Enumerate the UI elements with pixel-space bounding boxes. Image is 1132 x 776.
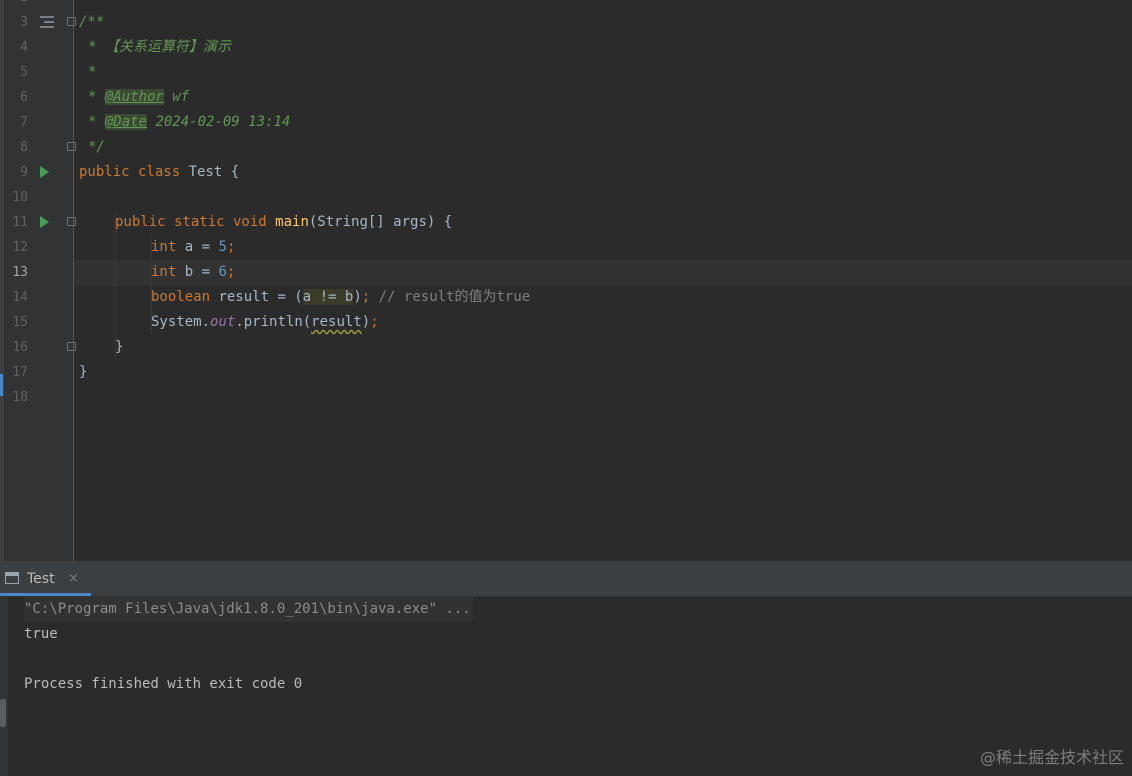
- doc-tag-value: wf: [163, 89, 190, 105]
- type-keyword: int: [151, 264, 177, 280]
- code-text: ): [361, 314, 371, 330]
- line-number: 14: [12, 290, 28, 305]
- semicolon: ;: [361, 289, 371, 305]
- line-number: 7: [20, 115, 28, 130]
- code-editor[interactable]: 2 3 /** 4 * 【关系运算符】演示 5 * 6 * @Author wf…: [0, 0, 1132, 561]
- line-number: 9: [20, 165, 28, 180]
- console-output-line: true: [24, 626, 58, 642]
- doc-star: *: [88, 39, 105, 55]
- code-line: 9 public class Test {: [0, 160, 1132, 185]
- static-field: out: [210, 314, 236, 330]
- code-text: }: [79, 364, 88, 380]
- semicolon: ;: [226, 239, 236, 255]
- code-line: 18: [0, 385, 1132, 410]
- code-text: b =: [176, 264, 219, 280]
- code-line: 17 }: [0, 360, 1132, 385]
- method-name: main: [275, 214, 309, 230]
- console-scroll-thumb[interactable]: [0, 699, 6, 727]
- doc-star: *: [88, 64, 97, 80]
- code-text: }: [115, 339, 124, 355]
- doc-tag-date: @Date: [104, 114, 148, 130]
- console-exit-message: Process finished with exit code 0: [24, 676, 303, 692]
- line-number: 12: [12, 240, 28, 255]
- code-line: 14 boolean result = (a != b); // result的…: [0, 285, 1132, 310]
- line-number: 2: [0, 0, 28, 10]
- code-line: 15 System.out.println(result);: [0, 310, 1132, 335]
- code-text: a =: [176, 239, 219, 255]
- keyword: public class: [79, 164, 181, 180]
- line-number: 5: [20, 65, 28, 80]
- code-line-current: 13 int b = 6;: [0, 260, 1132, 285]
- code-line: 6 * @Author wf: [0, 85, 1132, 110]
- run-console[interactable]: "C:\Program Files\Java\jdk1.8.0_201\bin\…: [0, 597, 1132, 776]
- console-command-line: "C:\Program Files\Java\jdk1.8.0_201\bin\…: [24, 597, 473, 622]
- active-tab-indicator: [0, 593, 91, 596]
- code-text: Test {: [180, 164, 240, 180]
- code-line: 3 /**: [0, 10, 1132, 35]
- code-line: 4 * 【关系运算符】演示: [0, 35, 1132, 60]
- semicolon: ;: [370, 314, 379, 330]
- doc-tag-author: @Author: [104, 89, 164, 105]
- line-number: 4: [20, 40, 28, 55]
- code-line: 2: [0, 0, 1132, 10]
- line-number: 15: [12, 315, 28, 330]
- code-line: 7 * @Date 2024-02-09 13:14: [0, 110, 1132, 135]
- code-line: 10: [0, 185, 1132, 210]
- run-tool-window-header: Test ×: [0, 562, 1132, 597]
- keyword: public static void: [115, 214, 267, 230]
- line-number: 13: [12, 265, 28, 280]
- code-text: .println(: [235, 314, 312, 330]
- line-number: 11: [12, 215, 28, 230]
- doc-star: *: [88, 89, 105, 105]
- semicolon: ;: [226, 264, 236, 280]
- type-keyword: boolean: [151, 289, 211, 305]
- close-icon[interactable]: ×: [68, 562, 79, 596]
- line-number: 3: [20, 15, 28, 30]
- code-text: result = (: [210, 289, 303, 305]
- type-keyword: int: [151, 239, 177, 255]
- doc-tag-value: 2024-02-09 13:14: [147, 114, 291, 130]
- doc-comment-open: /**: [79, 14, 105, 30]
- code-text: System.: [151, 314, 211, 330]
- console-toolbar-strip: [0, 597, 8, 776]
- line-comment: // result的值为true: [370, 289, 531, 305]
- highlighted-expression: a != b: [302, 289, 354, 305]
- line-number: 10: [12, 190, 28, 205]
- number-literal: 5: [218, 239, 227, 255]
- code-text: ): [353, 289, 362, 305]
- console-icon: [5, 572, 19, 584]
- line-number: 16: [12, 340, 28, 355]
- code-line: 12 int a = 5;: [0, 235, 1132, 260]
- code-line: 5 *: [0, 60, 1132, 85]
- line-number: 18: [12, 390, 28, 405]
- line-number: 17: [12, 365, 28, 380]
- doc-comment-close: */: [88, 139, 105, 155]
- line-number: 6: [20, 90, 28, 105]
- line-number: 8: [20, 140, 28, 155]
- doc-star: *: [88, 114, 105, 130]
- code-line: 8 */: [0, 135, 1132, 160]
- code-text: (String[] args) {: [308, 214, 453, 230]
- doc-title: 【关系运算符】演示: [104, 39, 231, 55]
- tab-run-test[interactable]: Test ×: [0, 562, 91, 596]
- tab-label: Test: [27, 571, 55, 587]
- number-literal: 6: [218, 264, 227, 280]
- watermark: @稀土掘金技术社区: [979, 748, 1124, 767]
- code-line: 11 public static void main(String[] args…: [0, 210, 1132, 235]
- warning-identifier: result: [311, 314, 362, 330]
- code-line: 16 }: [0, 335, 1132, 360]
